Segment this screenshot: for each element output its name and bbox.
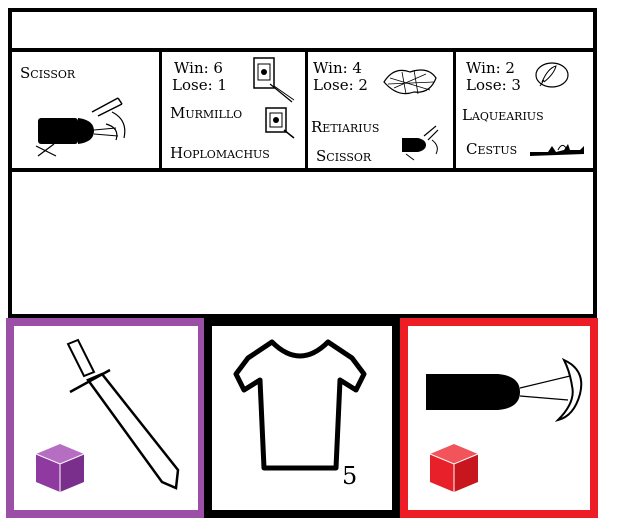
- opponent-3-win: Win: 2: [466, 59, 515, 77]
- scissor-icon: [35, 97, 126, 157]
- roster-strip: Scissor Win: 6 Lose: 1 Murmillo Hoplomac…: [8, 48, 597, 172]
- armor-card[interactable]: 5: [204, 318, 400, 518]
- fighter-panel[interactable]: Scissor: [12, 52, 162, 168]
- opponent-3-type-b: Cestus: [466, 140, 518, 158]
- opponent-3-type-a: Laquearius: [462, 106, 544, 124]
- murmillo-helmet-icon: [253, 57, 295, 103]
- armor-count: 5: [342, 462, 358, 490]
- scissor-blade-icon: [426, 357, 583, 422]
- opponent-3-lose: Lose: 3: [466, 76, 521, 94]
- opponent-1-lose: Lose: 1: [172, 76, 227, 94]
- opponent-2-win: Win: 4: [313, 59, 362, 77]
- purple-die-icon: [35, 444, 85, 492]
- fighter-name: Scissor: [20, 64, 76, 82]
- title-bar: [8, 8, 597, 50]
- opponent-2-lose: Lose: 2: [313, 76, 368, 94]
- arena-area: [8, 170, 597, 318]
- cestus-icon: [530, 144, 584, 156]
- tunic-icon: [233, 339, 367, 471]
- hoplomachus-shield-icon: [265, 107, 295, 139]
- sword-card[interactable]: [6, 318, 206, 518]
- lasso-icon: [535, 62, 569, 88]
- net-icon: [383, 69, 437, 95]
- opponent-1-win: Win: 6: [174, 59, 223, 77]
- scissor-icon: [402, 125, 439, 161]
- opponent-1-type-b: Hoplomachus: [170, 144, 270, 162]
- opponent-panel-1[interactable]: Win: 6 Lose: 1 Murmillo Hoplomachus: [162, 52, 308, 168]
- red-die-icon: [429, 444, 479, 492]
- scissor-card[interactable]: [400, 318, 598, 518]
- opponent-panel-3[interactable]: Win: 2 Lose: 3 Laquearius Cestus: [456, 52, 595, 168]
- opponent-2-type-a: Retiarius: [311, 118, 380, 136]
- opponent-1-type-a: Murmillo: [170, 104, 243, 122]
- opponent-2-type-b: Scissor: [316, 147, 372, 165]
- opponent-panel-2[interactable]: Win: 4 Lose: 2 Retiarius Scissor: [308, 52, 456, 168]
